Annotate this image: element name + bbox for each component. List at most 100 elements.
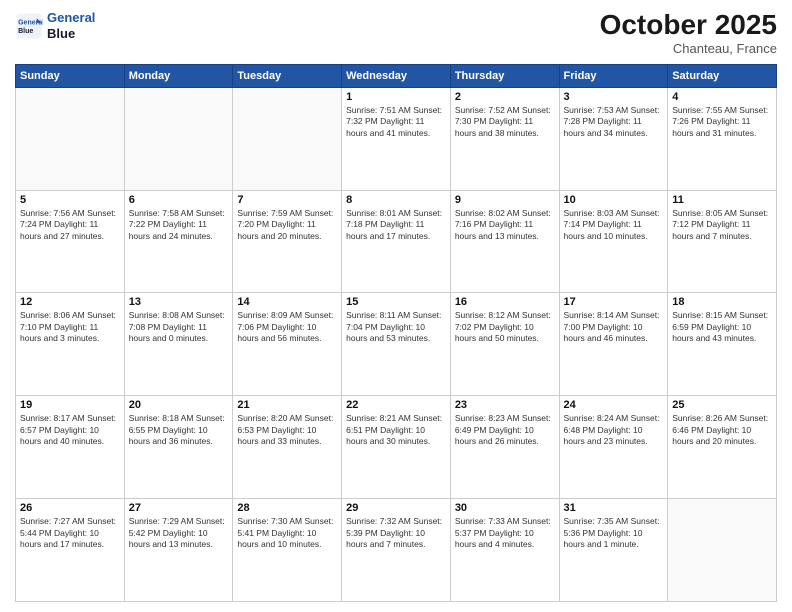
cell-info: Sunrise: 8:11 AM Sunset: 7:04 PM Dayligh… xyxy=(346,310,446,344)
table-row: 1 Sunrise: 7:51 AM Sunset: 7:32 PM Daylig… xyxy=(342,87,451,190)
cell-date: 20 xyxy=(129,399,229,411)
calendar-week-row: 12 Sunrise: 8:06 AM Sunset: 7:10 PM Dayli… xyxy=(16,293,777,396)
cell-date: 21 xyxy=(237,399,337,411)
cell-info: Sunrise: 7:51 AM Sunset: 7:32 PM Dayligh… xyxy=(346,105,446,139)
table-row: 16Sunrise: 8:12 AM Sunset: 7:02 PM Dayli… xyxy=(450,293,559,396)
table-row: 12 Sunrise: 8:06 AM Sunset: 7:10 PM Dayli… xyxy=(16,293,125,396)
location: Chanteau, France xyxy=(600,41,777,56)
cell-info: Sunrise: 7:56 AM Sunset: 7:24 PM Dayligh… xyxy=(20,208,120,242)
cell-date: 29 xyxy=(346,502,446,514)
title-area: October 2025 Chanteau, France xyxy=(600,10,777,56)
cell-date: 12 xyxy=(20,296,120,308)
cell-date: 26 xyxy=(20,502,120,514)
cell-date: 28 xyxy=(237,502,337,514)
table-row: 9Sunrise: 8:02 AM Sunset: 7:16 PM Daylig… xyxy=(450,190,559,293)
table-row: 29 Sunrise: 7:32 AM Sunset: 5:39 PM Dayli… xyxy=(342,499,451,602)
cell-date: 8 xyxy=(346,194,446,206)
col-monday: Monday xyxy=(124,64,233,87)
cell-info: Sunrise: 7:32 AM Sunset: 5:39 PM Dayligh… xyxy=(346,516,446,550)
table-row: 20 Sunrise: 8:18 AM Sunset: 6:55 PM Dayli… xyxy=(124,396,233,499)
table-row: 4 Sunrise: 7:55 AM Sunset: 7:26 PM Daylig… xyxy=(668,87,777,190)
col-thursday: Thursday xyxy=(450,64,559,87)
table-row: 3 Sunrise: 7:53 AM Sunset: 7:28 PM Daylig… xyxy=(559,87,668,190)
cell-info: Sunrise: 7:29 AM Sunset: 5:42 PM Dayligh… xyxy=(129,516,229,550)
cell-date: 10 xyxy=(564,194,664,206)
cell-date: 31 xyxy=(564,502,664,514)
header: General Blue General Blue October 2025 C… xyxy=(15,10,777,56)
table-row: 26Sunrise: 7:27 AM Sunset: 5:44 PM Dayli… xyxy=(16,499,125,602)
cell-date: 25 xyxy=(672,399,772,411)
cell-info: Sunrise: 8:03 AM Sunset: 7:14 PM Dayligh… xyxy=(564,208,664,242)
cell-date: 15 xyxy=(346,296,446,308)
cell-date: 3 xyxy=(564,91,664,103)
cell-date: 7 xyxy=(237,194,337,206)
cell-info: Sunrise: 7:55 AM Sunset: 7:26 PM Dayligh… xyxy=(672,105,772,139)
table-row: 24 Sunrise: 8:24 AM Sunset: 6:48 PM Dayli… xyxy=(559,396,668,499)
table-row: 6 Sunrise: 7:58 AM Sunset: 7:22 PM Daylig… xyxy=(124,190,233,293)
col-wednesday: Wednesday xyxy=(342,64,451,87)
cell-date: 14 xyxy=(237,296,337,308)
cell-date: 30 xyxy=(455,502,555,514)
cell-info: Sunrise: 7:35 AM Sunset: 5:36 PM Dayligh… xyxy=(564,516,664,550)
col-friday: Friday xyxy=(559,64,668,87)
cell-date: 4 xyxy=(672,91,772,103)
cell-info: Sunrise: 8:26 AM Sunset: 6:46 PM Dayligh… xyxy=(672,413,772,447)
cell-info: Sunrise: 8:09 AM Sunset: 7:06 PM Dayligh… xyxy=(237,310,337,344)
table-row: 28 Sunrise: 7:30 AM Sunset: 5:41 PM Dayli… xyxy=(233,499,342,602)
cell-info: Sunrise: 8:21 AM Sunset: 6:51 PM Dayligh… xyxy=(346,413,446,447)
cell-info: Sunrise: 8:14 AM Sunset: 7:00 PM Dayligh… xyxy=(564,310,664,344)
col-sunday: Sunday xyxy=(16,64,125,87)
cell-date: 1 xyxy=(346,91,446,103)
cell-info: Sunrise: 8:05 AM Sunset: 7:12 PM Dayligh… xyxy=(672,208,772,242)
col-tuesday: Tuesday xyxy=(233,64,342,87)
cell-date: 5 xyxy=(20,194,120,206)
month-title: October 2025 xyxy=(600,10,777,41)
cell-info: Sunrise: 8:02 AM Sunset: 7:16 PM Dayligh… xyxy=(455,208,555,242)
svg-text:General: General xyxy=(18,19,43,26)
cell-info: Sunrise: 7:58 AM Sunset: 7:22 PM Dayligh… xyxy=(129,208,229,242)
calendar-week-row: 1 Sunrise: 7:51 AM Sunset: 7:32 PM Daylig… xyxy=(16,87,777,190)
table-row: 5 Sunrise: 7:56 AM Sunset: 7:24 PM Daylig… xyxy=(16,190,125,293)
logo-icon: General Blue xyxy=(15,12,43,40)
cell-date: 17 xyxy=(564,296,664,308)
cell-date: 6 xyxy=(129,194,229,206)
table-row: 22Sunrise: 8:21 AM Sunset: 6:51 PM Dayli… xyxy=(342,396,451,499)
cell-date: 2 xyxy=(455,91,555,103)
table-row: 18 Sunrise: 8:15 AM Sunset: 6:59 PM Dayli… xyxy=(668,293,777,396)
calendar-week-row: 5 Sunrise: 7:56 AM Sunset: 7:24 PM Daylig… xyxy=(16,190,777,293)
page: General Blue General Blue October 2025 C… xyxy=(0,0,792,612)
table-row: 15 Sunrise: 8:11 AM Sunset: 7:04 PM Dayli… xyxy=(342,293,451,396)
cell-info: Sunrise: 8:06 AM Sunset: 7:10 PM Dayligh… xyxy=(20,310,120,344)
cell-date: 19 xyxy=(20,399,120,411)
col-saturday: Saturday xyxy=(668,64,777,87)
cell-info: Sunrise: 8:17 AM Sunset: 6:57 PM Dayligh… xyxy=(20,413,120,447)
table-row: 2Sunrise: 7:52 AM Sunset: 7:30 PM Daylig… xyxy=(450,87,559,190)
cell-info: Sunrise: 7:33 AM Sunset: 5:37 PM Dayligh… xyxy=(455,516,555,550)
cell-info: Sunrise: 8:23 AM Sunset: 6:49 PM Dayligh… xyxy=(455,413,555,447)
table-row: 25 Sunrise: 8:26 AM Sunset: 6:46 PM Dayli… xyxy=(668,396,777,499)
cell-info: Sunrise: 8:24 AM Sunset: 6:48 PM Dayligh… xyxy=(564,413,664,447)
table-row: 14 Sunrise: 8:09 AM Sunset: 7:06 PM Dayli… xyxy=(233,293,342,396)
cell-info: Sunrise: 8:18 AM Sunset: 6:55 PM Dayligh… xyxy=(129,413,229,447)
logo: General Blue General Blue xyxy=(15,10,95,41)
calendar-table: Sunday Monday Tuesday Wednesday Thursday… xyxy=(15,64,777,602)
cell-info: Sunrise: 7:59 AM Sunset: 7:20 PM Dayligh… xyxy=(237,208,337,242)
table-row: 13Sunrise: 8:08 AM Sunset: 7:08 PM Dayli… xyxy=(124,293,233,396)
cell-info: Sunrise: 7:53 AM Sunset: 7:28 PM Dayligh… xyxy=(564,105,664,139)
cell-date: 24 xyxy=(564,399,664,411)
cell-date: 27 xyxy=(129,502,229,514)
table-row: 31 Sunrise: 7:35 AM Sunset: 5:36 PM Dayli… xyxy=(559,499,668,602)
cell-info: Sunrise: 7:30 AM Sunset: 5:41 PM Dayligh… xyxy=(237,516,337,550)
logo-text: General Blue xyxy=(47,10,95,41)
calendar-week-row: 26Sunrise: 7:27 AM Sunset: 5:44 PM Dayli… xyxy=(16,499,777,602)
cell-info: Sunrise: 8:15 AM Sunset: 6:59 PM Dayligh… xyxy=(672,310,772,344)
cell-info: Sunrise: 8:12 AM Sunset: 7:02 PM Dayligh… xyxy=(455,310,555,344)
table-row: 21Sunrise: 8:20 AM Sunset: 6:53 PM Dayli… xyxy=(233,396,342,499)
table-row xyxy=(16,87,125,190)
table-row: 8Sunrise: 8:01 AM Sunset: 7:18 PM Daylig… xyxy=(342,190,451,293)
svg-text:Blue: Blue xyxy=(18,28,33,35)
cell-date: 18 xyxy=(672,296,772,308)
table-row: 10 Sunrise: 8:03 AM Sunset: 7:14 PM Dayli… xyxy=(559,190,668,293)
table-row: 17 Sunrise: 8:14 AM Sunset: 7:00 PM Dayli… xyxy=(559,293,668,396)
table-row: 23Sunrise: 8:23 AM Sunset: 6:49 PM Dayli… xyxy=(450,396,559,499)
